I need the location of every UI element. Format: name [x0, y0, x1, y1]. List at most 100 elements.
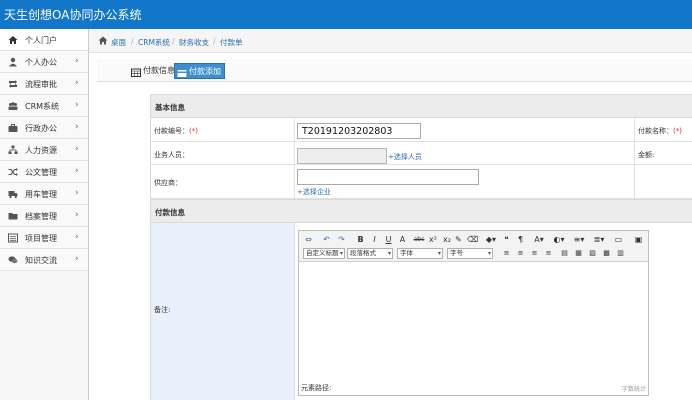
editor-toolbar: ⇔ ↶ ↷ B I U Aabc x² x₂ ✎ ⌫ ◆▾ ❝ ¶ A▾ ◐▾ ≡▾ ≣▾ ▭ ▣ 自定义标题 ▾ 段落格式… [299, 231, 648, 262]
tab-label: 付款信息 [143, 66, 175, 75]
sidebar-item-label: 个人办公 [25, 58, 57, 67]
sidebar-item-admin-office[interactable]: 行政办公 › [0, 117, 88, 139]
toolbar-button[interactable]: A [397, 234, 408, 245]
toolbar-button[interactable]: ⇔ [303, 234, 314, 245]
home-icon [8, 35, 18, 45]
toolbar-select[interactable]: 字体 ▾ [397, 248, 443, 259]
payment-name-label: 付款名称：(*) [638, 127, 682, 135]
toolbar-select[interactable]: 自定义标题 ▾ [303, 248, 345, 259]
toolbar-button[interactable]: ▨ [587, 248, 598, 259]
toolbar-button[interactable]: ≣▾ [591, 234, 607, 245]
toolbar-button[interactable]: U [383, 234, 394, 245]
sidebar-item-label: 用车管理 [25, 190, 57, 199]
remark-label: 备注: [154, 306, 171, 314]
retweet-icon [8, 79, 18, 89]
sidebar-item-personal-office[interactable]: 个人办公 › [0, 51, 88, 73]
chevron-right-icon: › [75, 122, 79, 132]
breadcrumb-separator: / [131, 37, 134, 46]
calendar-icon [131, 67, 141, 77]
sidebar-item-crm[interactable]: CRM系统 › [0, 95, 88, 117]
sidebar-item-workflow[interactable]: 流程审批 › [0, 73, 88, 95]
group-icon [8, 101, 18, 111]
breadcrumb-finance[interactable]: 财务收支 [179, 37, 209, 48]
word-count-label: 字数统计 [621, 386, 646, 393]
app-header: 天生创想OA协同办公系统 [0, 0, 692, 29]
toolbar-button[interactable]: ≡ [501, 248, 512, 259]
toolbar-button[interactable]: ❝ [501, 234, 512, 245]
select-staff-link[interactable]: +选择人员 [388, 152, 422, 162]
required-mark: (*) [673, 127, 682, 135]
sidebar-item-hr[interactable]: 人力资源 › [0, 139, 88, 161]
sidebar-item-label: CRM系统 [25, 102, 60, 111]
sidebar-item-knowledge[interactable]: 知识交流 › [0, 249, 88, 271]
breadcrumb-payment[interactable]: 付款单 [220, 37, 243, 48]
editor-body[interactable] [299, 262, 648, 380]
toolbar-button[interactable]: ▣ [633, 234, 644, 245]
toolbar-button[interactable]: ≡ [543, 248, 554, 259]
toolbar-select[interactable]: 字号 ▾ [447, 248, 493, 259]
toolbar-button[interactable]: ◐▾ [551, 234, 567, 245]
chevron-right-icon: › [75, 232, 79, 242]
home-icon [98, 36, 108, 45]
breadcrumb-crm[interactable]: CRM系统 [138, 37, 170, 48]
sidebar-item-label: 流程审批 [25, 80, 57, 89]
section-basic-info: 基本信息 [151, 94, 692, 118]
sidebar-item-label: 知识交流 [25, 256, 57, 265]
payment-no-input[interactable] [297, 123, 421, 139]
tab-payment-add[interactable]: 付款添加 [174, 63, 225, 79]
toolbar-select-label: 字体 [400, 249, 413, 257]
toolbar-button[interactable]: ▩ [601, 248, 612, 259]
sidebar-item-documents[interactable]: 公文管理 › [0, 161, 88, 183]
chevron-right-icon: › [75, 56, 79, 66]
toolbar-button[interactable]: ≡▾ [571, 234, 587, 245]
section-title: 基本信息 [155, 103, 185, 112]
toolbar-button[interactable]: ▥ [615, 248, 626, 259]
toolbar-button[interactable]: ✎ [453, 234, 464, 245]
supplier-input[interactable] [297, 169, 479, 185]
toolbar-button[interactable]: ≡ [515, 248, 526, 259]
chevron-right-icon: › [75, 166, 79, 176]
toolbar-button[interactable]: A▾ [531, 234, 547, 245]
sidebar-item-vehicles[interactable]: 用车管理 › [0, 183, 88, 205]
sidebar-item-label: 公文管理 [25, 168, 57, 177]
section-payment-info: 付款信息 [151, 199, 692, 223]
select-company-link[interactable]: +选择企业 [297, 187, 331, 197]
toolbar-button[interactable]: ⌫ [467, 234, 478, 245]
toolbar-button[interactable]: ¶ [515, 234, 526, 245]
chevron-right-icon: › [75, 210, 79, 220]
tab-payment-info[interactable]: 付款信息 [129, 63, 178, 79]
breadcrumb-desktop[interactable]: 桌面 [111, 37, 126, 48]
toolbar-button[interactable]: ▤ [559, 248, 570, 259]
sidebar-item-portal[interactable]: 个人门户 [0, 29, 88, 51]
tab-bar: 付款信息 付款添加 [97, 59, 692, 82]
chevron-right-icon: › [75, 254, 79, 264]
folder-icon [8, 211, 18, 221]
chevron-down-icon: ▾ [339, 250, 343, 257]
element-path-label: 元素路径: [301, 384, 332, 392]
sitemap-icon [8, 145, 18, 155]
sidebar-item-archives[interactable]: 档案管理 › [0, 205, 88, 227]
sidebar-item-label: 档案管理 [25, 212, 57, 221]
toolbar-button[interactable]: ▦ [573, 248, 584, 259]
sidebar-item-label: 人力资源 [25, 146, 57, 155]
chevron-down-icon: ▾ [387, 250, 391, 257]
sidebar-item-label: 个人门户 [25, 36, 57, 45]
toolbar-button[interactable]: ◆▾ [483, 234, 499, 245]
breadcrumb-separator: / [172, 37, 175, 46]
toolbar-button[interactable]: B [355, 234, 366, 245]
toolbar-select[interactable]: 段落格式 ▾ [347, 248, 393, 259]
toolbar-button[interactable]: I [369, 234, 380, 245]
rich-text-editor[interactable]: ⇔ ↶ ↷ B I U Aabc x² x₂ ✎ ⌫ ◆▾ ❝ ¶ A▾ ◐▾ ≡▾ ≣▾ ▭ ▣ 自定义标题 ▾ 段落格式… [298, 230, 649, 396]
tab-label: 付款添加 [189, 67, 221, 76]
comments-icon [8, 255, 18, 265]
toolbar-button[interactable]: ↶ [321, 234, 332, 245]
toolbar-button[interactable]: ↷ [336, 234, 347, 245]
briefcase-icon [8, 123, 18, 133]
staff-label: 业务人员： [154, 151, 189, 159]
toolbar-button[interactable]: ≡ [529, 248, 540, 259]
toolbar-button[interactable]: ▭ [613, 234, 624, 245]
truck-icon [8, 189, 18, 199]
staff-input[interactable] [297, 148, 387, 164]
sidebar-item-projects[interactable]: 项目管理 › [0, 227, 88, 249]
row-payment-no: 付款编号：(*) 付款名称：(*) [151, 118, 692, 142]
